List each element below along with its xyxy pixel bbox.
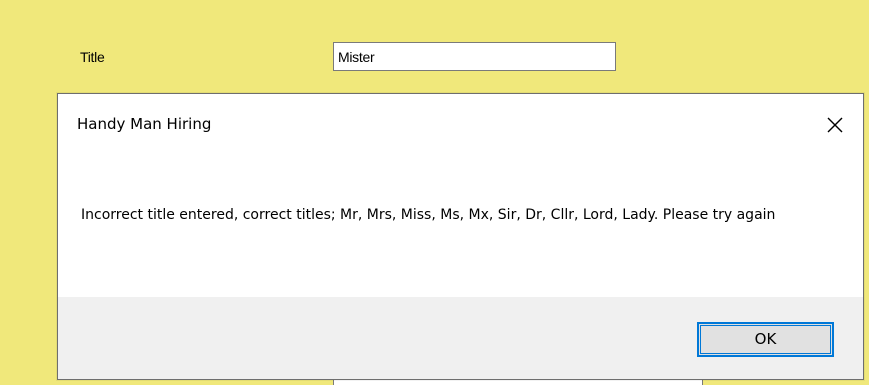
close-icon[interactable] [820, 110, 850, 140]
dialog-message: Incorrect title entered, correct titles;… [81, 207, 776, 223]
title-label: Title [80, 49, 105, 65]
ok-button[interactable]: OK [697, 322, 834, 357]
dialog-titlebar: Handy Man Hiring [58, 94, 863, 154]
title-input[interactable]: Mister [333, 42, 616, 71]
message-dialog: Handy Man Hiring Incorrect title entered… [57, 93, 864, 380]
dialog-footer: OK [58, 297, 863, 379]
dialog-title: Handy Man Hiring [77, 115, 212, 133]
ok-button-label: OK [754, 330, 777, 348]
